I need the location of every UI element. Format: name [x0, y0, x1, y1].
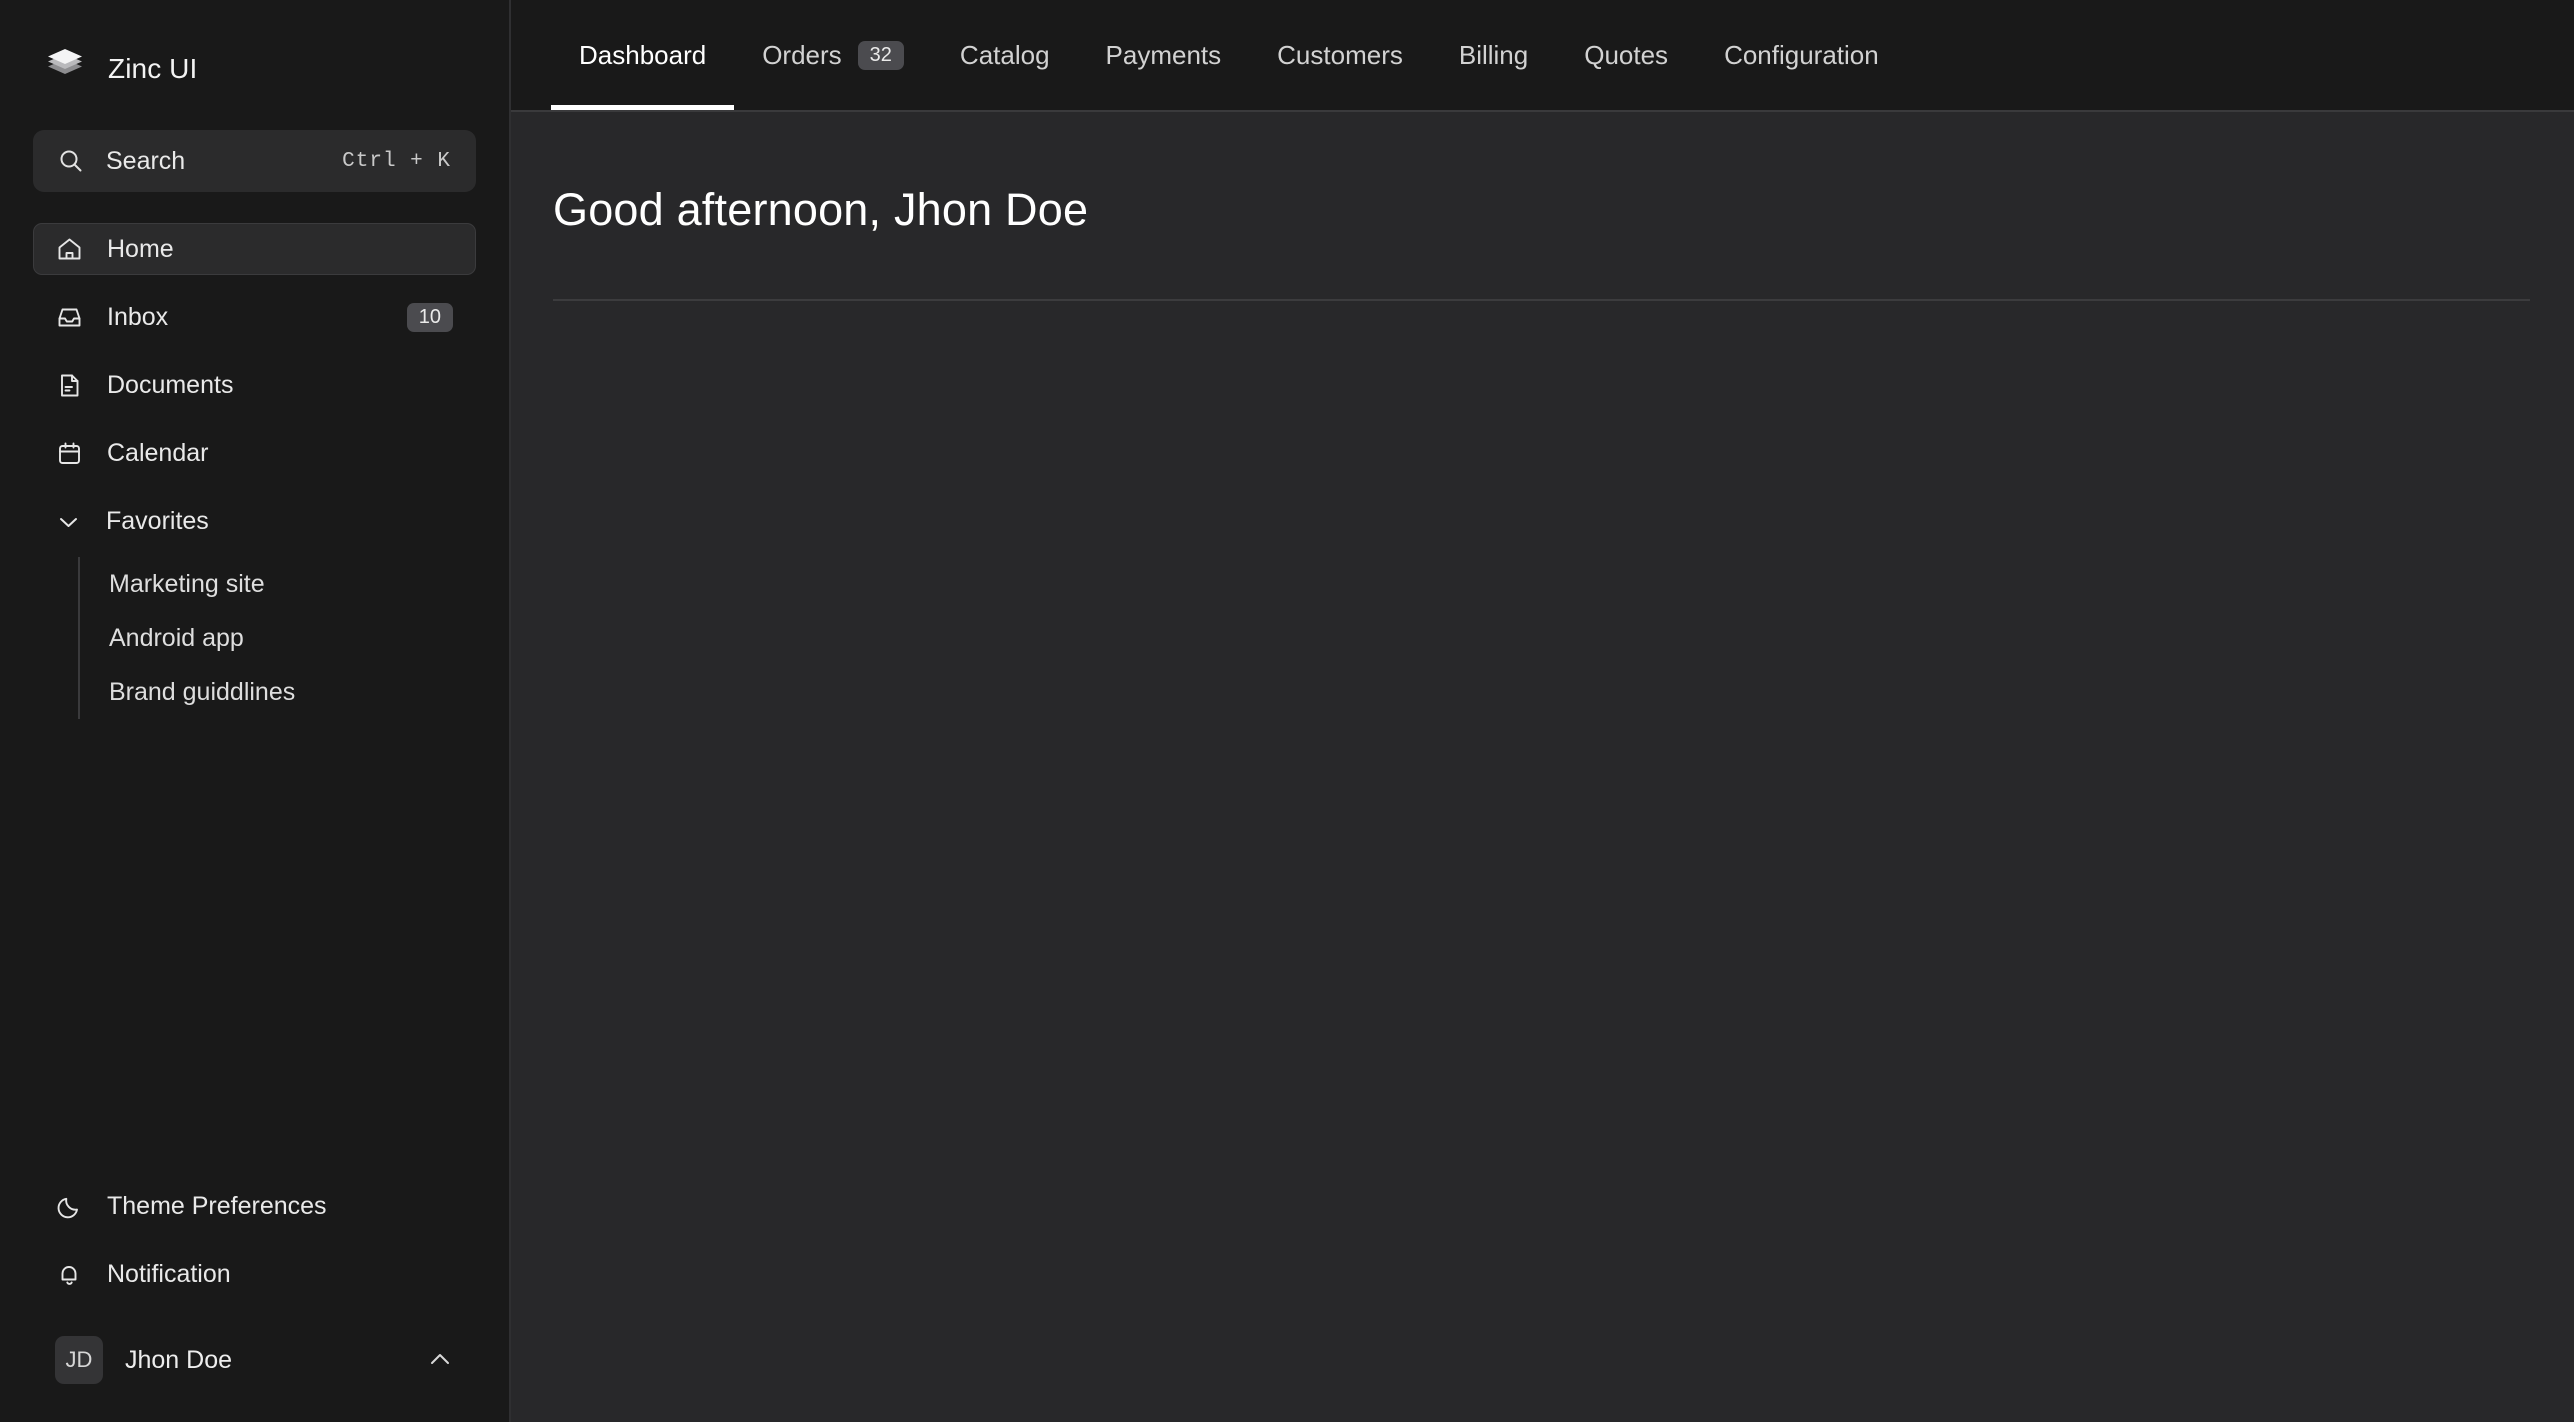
sidebar-item-label: Documents	[107, 370, 234, 399]
layers-stack-icon	[44, 48, 86, 90]
search-icon	[58, 148, 84, 174]
search-shortcut: Ctrl + K	[342, 149, 451, 173]
tab-label: Billing	[1458, 39, 1529, 70]
moon-icon	[56, 1193, 83, 1220]
sidebar-subitem-label: Marketing site	[109, 569, 265, 598]
sidebar-item-label: Notification	[107, 1259, 231, 1288]
sidebar-item-documents[interactable]: Documents	[33, 359, 476, 411]
sidebar-item-label: Home	[107, 234, 174, 263]
tab-orders[interactable]: Orders 32	[734, 0, 932, 110]
tab-billing[interactable]: Billing	[1431, 0, 1556, 110]
tab-label: Quotes	[1584, 39, 1669, 70]
tab-label: Orders	[762, 39, 842, 70]
sidebar-footer: Theme Preferences Notification JD Jhon D…	[0, 1180, 509, 1422]
tab-catalog[interactable]: Catalog	[932, 0, 1078, 110]
top-navigation: Dashboard Orders 32 Catalog Payments Cus…	[511, 0, 2574, 112]
tab-label: Configuration	[1724, 39, 1879, 70]
chevron-up-icon[interactable]	[426, 1346, 454, 1374]
document-icon	[56, 372, 83, 399]
tab-label: Customers	[1277, 39, 1403, 70]
search-label: Search	[106, 146, 186, 175]
avatar: JD	[55, 1336, 103, 1384]
sidebar-subnav: Marketing site Android app Brand guiddli…	[78, 557, 476, 719]
sidebar-item-theme-preferences[interactable]: Theme Preferences	[33, 1180, 476, 1232]
sidebar-item-marketing-site[interactable]: Marketing site	[80, 557, 476, 611]
sidebar-group-label: Favorites	[106, 506, 209, 535]
sidebar-item-label: Theme Preferences	[107, 1191, 327, 1220]
brand[interactable]: Zinc UI	[0, 0, 509, 92]
bell-icon	[56, 1261, 83, 1288]
sidebar-item-label: Inbox	[107, 302, 169, 331]
sidebar-item-calendar[interactable]: Calendar	[33, 427, 476, 479]
content-divider	[553, 299, 2530, 301]
tab-label: Dashboard	[579, 39, 707, 70]
inbox-icon	[56, 304, 83, 331]
tab-configuration[interactable]: Configuration	[1696, 0, 1907, 110]
tab-dashboard[interactable]: Dashboard	[551, 0, 735, 110]
search-input[interactable]: Search Ctrl + K	[33, 130, 476, 192]
brand-name: Zinc UI	[108, 53, 198, 84]
page-title: Good afternoon, Jhon Doe	[553, 184, 1089, 235]
sidebar-item-notification[interactable]: Notification	[33, 1248, 476, 1300]
sidebar-item-brand-guiddlines[interactable]: Brand guiddlines	[80, 665, 476, 719]
tab-customers[interactable]: Customers	[1249, 0, 1431, 110]
sidebar-item-label: Calendar	[107, 438, 209, 467]
app-root: Zinc UI Search Ctrl + K Home Inbox 10 Do…	[0, 0, 2574, 1422]
tab-label: Catalog	[959, 39, 1050, 70]
user-name: Jhon Doe	[125, 1345, 233, 1374]
sidebar-item-android-app[interactable]: Android app	[80, 611, 476, 665]
tab-quotes[interactable]: Quotes	[1556, 0, 1696, 110]
home-icon	[56, 236, 83, 263]
sidebar-subitem-label: Brand guiddlines	[109, 677, 296, 706]
sidebar-group-favorites[interactable]: Favorites	[33, 495, 476, 547]
tab-list: Dashboard Orders 32 Catalog Payments Cus…	[551, 0, 1907, 110]
calendar-icon	[56, 440, 83, 467]
chevron-down-icon	[55, 508, 82, 535]
page-content: Good afternoon, Jhon Doe	[511, 112, 2574, 1422]
tab-label: Payments	[1105, 39, 1222, 70]
sidebar-item-inbox[interactable]: Inbox 10	[33, 291, 476, 343]
sidebar-subitem-label: Android app	[109, 623, 244, 652]
user-menu[interactable]: JD Jhon Doe	[33, 1328, 476, 1392]
main-area: Dashboard Orders 32 Catalog Payments Cus…	[511, 0, 2574, 1422]
status-badge: 10	[406, 302, 453, 332]
status-badge: 32	[857, 40, 904, 70]
sidebar: Zinc UI Search Ctrl + K Home Inbox 10 Do…	[0, 0, 511, 1422]
tab-payments[interactable]: Payments	[1078, 0, 1250, 110]
sidebar-nav: Home Inbox 10 Documents Calendar Favorit…	[0, 223, 509, 719]
sidebar-item-home[interactable]: Home	[33, 223, 476, 275]
